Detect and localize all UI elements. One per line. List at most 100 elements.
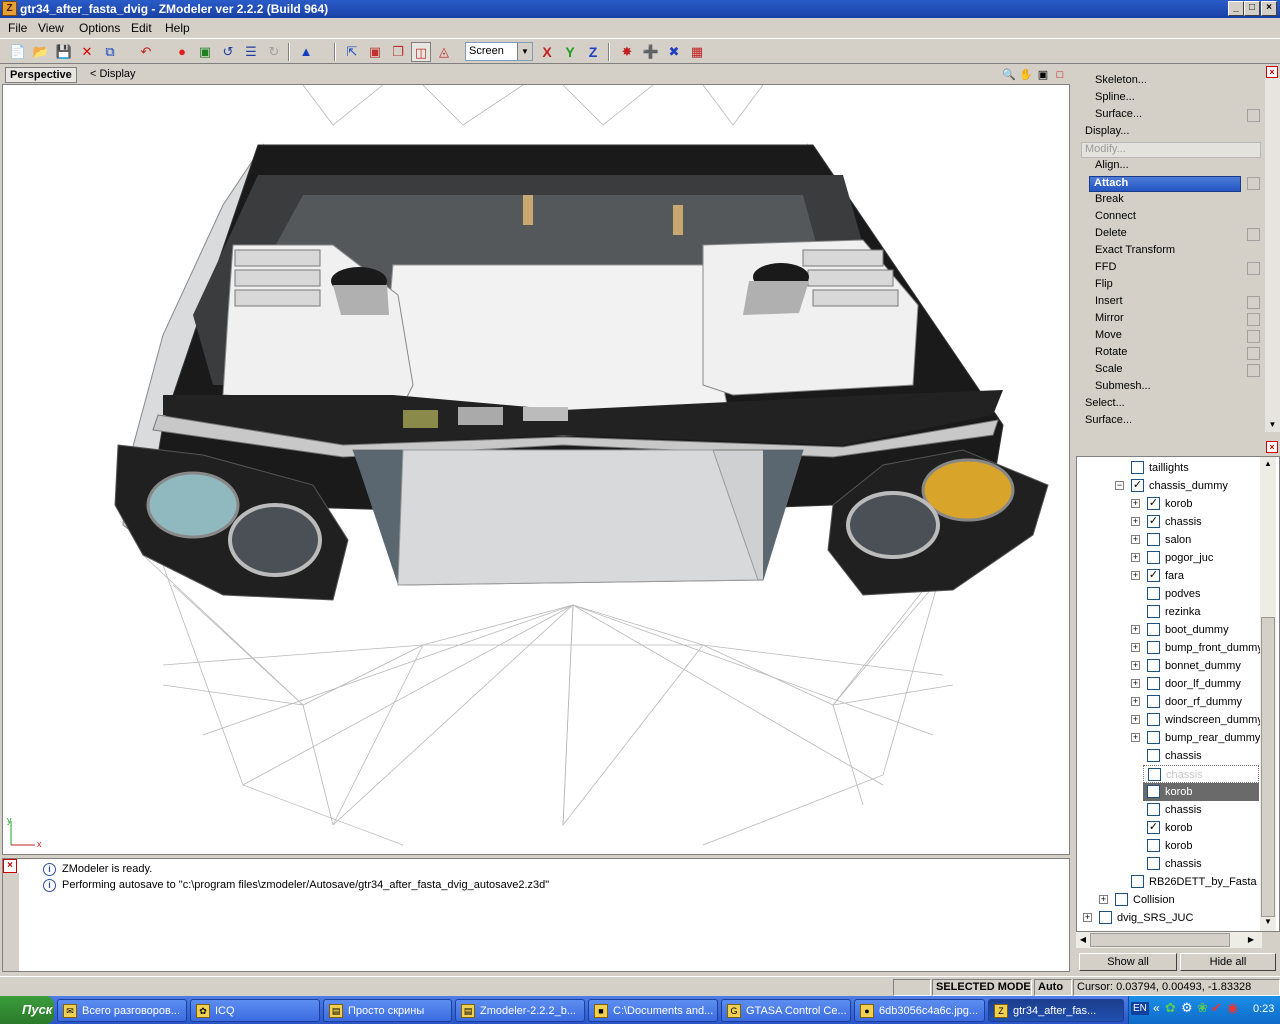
new-file-icon[interactable]: 📄 — [8, 42, 28, 62]
tool-option-checkbox[interactable] — [1247, 296, 1260, 309]
taskbar-button[interactable]: Zgtr34_after_fas... — [988, 999, 1124, 1022]
visibility-checkbox[interactable]: ✓ — [1147, 497, 1160, 510]
hide-all-button[interactable]: Hide all — [1180, 953, 1276, 971]
expand-icon[interactable]: + — [1099, 895, 1108, 904]
visibility-checkbox[interactable] — [1147, 533, 1160, 546]
tool-item[interactable]: Break — [1095, 193, 1124, 209]
visibility-checkbox[interactable] — [1131, 875, 1144, 888]
expand-icon[interactable]: + — [1131, 553, 1140, 562]
visibility-checkbox[interactable] — [1148, 768, 1161, 781]
taskbar-button[interactable]: ✉ Всего разговоров... — [57, 999, 187, 1022]
face-select-icon[interactable]: ⇱ — [342, 42, 362, 62]
tool-item[interactable]: Modify... — [1081, 142, 1261, 158]
tree-node[interactable]: chassis — [1077, 747, 1259, 765]
visibility-checkbox[interactable] — [1147, 659, 1160, 672]
tree-node[interactable]: chassis — [1143, 765, 1259, 783]
visibility-checkbox[interactable] — [1147, 587, 1160, 600]
language-indicator[interactable]: EN — [1131, 1002, 1149, 1015]
scale-gizmo-icon[interactable]: ▦ — [687, 42, 707, 62]
tree-node[interactable]: + salon — [1077, 531, 1259, 549]
minimize-button[interactable]: _ — [1228, 1, 1244, 16]
tool-item[interactable]: Insert — [1095, 295, 1123, 311]
expand-icon[interactable]: + — [1131, 661, 1140, 670]
tree-node[interactable]: + dvig_SRS_JUC — [1077, 909, 1259, 927]
tree-node[interactable]: korob — [1143, 783, 1259, 801]
expand-icon[interactable]: + — [1131, 499, 1140, 508]
tree-node[interactable]: + bump_rear_dummy — [1077, 729, 1260, 747]
save-icon[interactable]: 💾 — [54, 42, 74, 62]
delete-icon[interactable]: ✕ — [77, 42, 97, 62]
cube-select-icon[interactable]: ◬ — [434, 42, 454, 62]
tool-item[interactable]: Mirror — [1095, 312, 1124, 328]
object-select-icon[interactable]: ❐ — [388, 42, 408, 62]
menu-file[interactable]: File — [8, 21, 27, 35]
tool-option-checkbox[interactable] — [1247, 177, 1260, 190]
tool-item[interactable]: Surface... — [1085, 414, 1132, 430]
icq-tray-icon[interactable]: ✿ — [1165, 1000, 1176, 1016]
tree-node[interactable]: chassis — [1077, 855, 1259, 873]
undo-icon[interactable]: ↶ — [136, 42, 156, 62]
tool-item[interactable]: Exact Transform — [1095, 244, 1175, 260]
expand-icon[interactable]: + — [1131, 697, 1140, 706]
menu-view[interactable]: View — [38, 21, 64, 35]
tree-horizontal-scrollbar[interactable]: ◀ ▶ — [1076, 932, 1262, 948]
tool-option-checkbox[interactable] — [1247, 228, 1260, 241]
tray-app-icon[interactable]: ❀ — [1197, 1000, 1208, 1016]
tool-item[interactable]: FFD — [1095, 261, 1116, 277]
copy-icon[interactable]: ⧉ — [100, 42, 120, 62]
tool-item[interactable]: Skeleton... — [1095, 74, 1147, 90]
tree-node[interactable]: podves — [1077, 585, 1259, 603]
redo-icon[interactable]: ↻ — [264, 42, 284, 62]
scroll-down-icon[interactable]: ▼ — [1260, 915, 1276, 929]
panel-close-icon[interactable]: × — [1266, 66, 1278, 78]
tree-node[interactable]: taillights — [1077, 459, 1259, 477]
tool-option-checkbox[interactable] — [1247, 330, 1260, 343]
expand-icon[interactable]: + — [1131, 715, 1140, 724]
visibility-checkbox[interactable] — [1147, 731, 1160, 744]
tree-node[interactable]: RB26DETT_by_Fasta — [1077, 873, 1259, 891]
tool-item[interactable]: Spline... — [1095, 91, 1135, 107]
axis-z-button[interactable]: Z — [583, 42, 603, 62]
scroll-right-icon[interactable]: ▶ — [1244, 932, 1258, 948]
expand-icon[interactable]: + — [1131, 679, 1140, 688]
visibility-checkbox[interactable] — [1115, 893, 1128, 906]
axis-y-button[interactable]: Y — [560, 42, 580, 62]
visibility-checkbox[interactable] — [1147, 713, 1160, 726]
tree-close-icon[interactable]: × — [1266, 441, 1278, 453]
visibility-checkbox[interactable] — [1147, 749, 1160, 762]
scroll-left-icon[interactable]: ◀ — [1076, 932, 1090, 948]
visibility-checkbox[interactable] — [1131, 461, 1144, 474]
scroll-down-icon[interactable]: ▼ — [1265, 420, 1280, 432]
close-button[interactable]: × — [1261, 1, 1277, 16]
tool-item[interactable]: Surface... — [1095, 108, 1142, 124]
light-icon[interactable]: ✸ — [617, 42, 637, 62]
vertex-select-icon[interactable]: ▲ — [296, 42, 316, 62]
taskbar-button[interactable]: ▤ Просто скрины — [323, 999, 452, 1022]
taskbar-button[interactable]: ▤ Zmodeler-2.2.2_b... — [455, 999, 585, 1022]
taskbar-button[interactable]: G GTASA Control Ce... — [721, 999, 851, 1022]
expand-icon[interactable]: + — [1131, 625, 1140, 634]
tray-expand-icon[interactable]: « — [1153, 1001, 1160, 1015]
visibility-checkbox[interactable] — [1147, 551, 1160, 564]
tool-item[interactable]: Move — [1095, 329, 1122, 345]
render-icon[interactable]: ▣ — [195, 42, 215, 62]
tool-option-checkbox[interactable] — [1247, 364, 1260, 377]
tool-item[interactable]: Delete — [1095, 227, 1127, 243]
collapse-icon[interactable]: − — [1115, 481, 1124, 490]
visibility-checkbox[interactable]: ✓ — [1147, 569, 1160, 582]
tree-node[interactable]: + bonnet_dummy — [1077, 657, 1259, 675]
tool-option-checkbox[interactable] — [1247, 109, 1260, 122]
visibility-checkbox[interactable]: ✓ — [1131, 479, 1144, 492]
visibility-checkbox[interactable]: ✓ — [1147, 821, 1160, 834]
zoom-extents-icon[interactable]: ▣ — [1036, 68, 1050, 82]
tree-node[interactable]: + Collision — [1077, 891, 1259, 909]
visibility-checkbox[interactable] — [1147, 857, 1160, 870]
expand-icon[interactable]: + — [1131, 535, 1140, 544]
hscroll-thumb[interactable] — [1090, 933, 1230, 947]
visibility-checkbox[interactable]: ✓ — [1147, 515, 1160, 528]
log-close-icon[interactable]: × — [3, 859, 17, 873]
taskbar-button[interactable]: ✿ ICQ — [190, 999, 320, 1022]
taskbar-button[interactable]: ● 6db3056c4a6c.jpg... — [854, 999, 985, 1022]
box-select-icon[interactable]: ▣ — [365, 42, 385, 62]
rotate-icon[interactable]: ↺ — [218, 42, 238, 62]
